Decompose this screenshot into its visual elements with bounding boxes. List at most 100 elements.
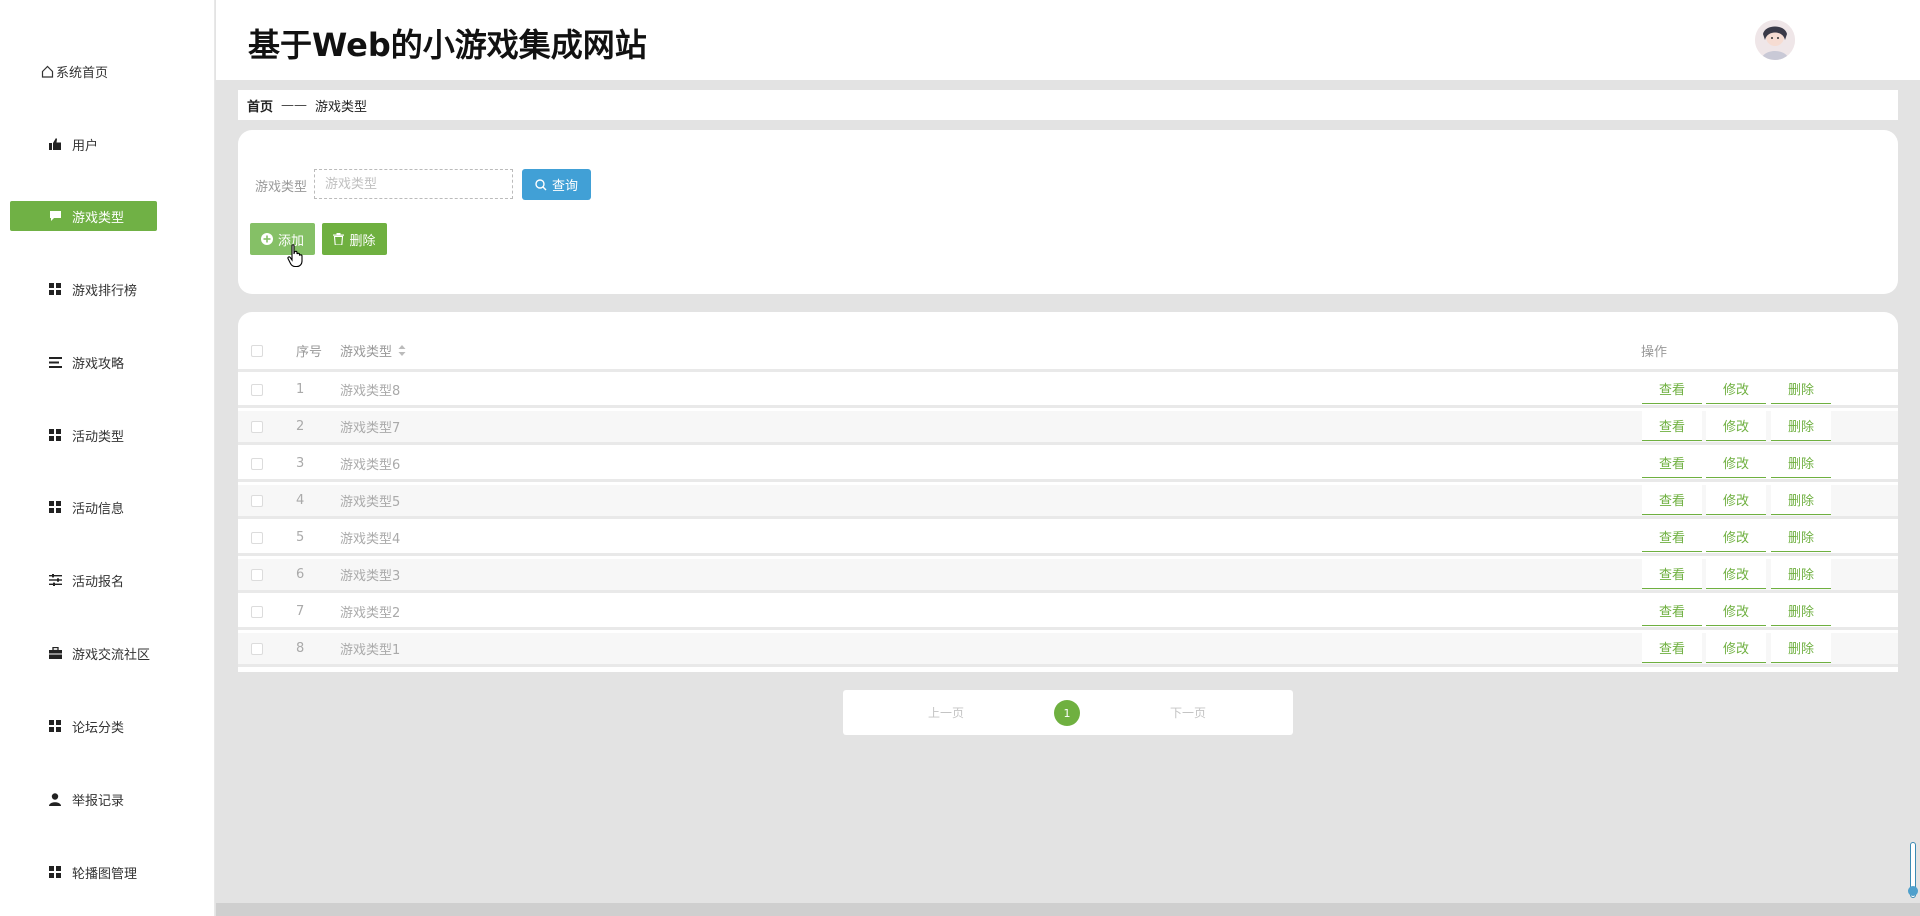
edit-button[interactable]: 修改 [1706,596,1766,626]
table-row: 7 游戏类型2 查看 修改 删除 [238,596,1898,630]
view-button[interactable]: 查看 [1642,448,1702,478]
table-row: 4 游戏类型5 查看 修改 删除 [238,485,1898,519]
data-table: 序号 游戏类型 操作 1 游戏类型8 查看 修改 删除 2 游戏类型7 查看 修… [238,312,1898,672]
row-name: 游戏类型7 [340,421,401,436]
row-delete-button[interactable]: 删除 [1771,411,1831,441]
sidebar: 系统首页 用户 游戏类型 游戏排行榜 游戏攻略 活动类型 活动信息 活动报名 游… [0,0,215,916]
view-button[interactable]: 查看 [1642,411,1702,441]
sidebar-item-carousel[interactable]: 轮播图管理 [10,857,157,887]
sidebar-item-activity-types[interactable]: 活动类型 [10,420,157,450]
table-row: 2 游戏类型7 查看 修改 删除 [238,411,1898,445]
row-index: 7 [296,604,305,619]
horizontal-scrollbar[interactable] [216,903,1920,916]
sidebar-item-label: 游戏交流社区 [72,647,151,663]
row-name: 游戏类型5 [340,495,401,510]
row-delete-button[interactable]: 删除 [1771,374,1831,404]
sidebar-item-label: 游戏攻略 [72,356,125,372]
hand-cursor-icon [287,244,305,268]
select-all-checkbox[interactable] [251,344,263,357]
delete-button-label: 删除 [349,233,376,249]
pagination: 上一页 1 下一页 [843,690,1293,735]
view-button[interactable]: 查看 [1642,633,1702,663]
prev-page-button[interactable]: 上一页 [928,704,964,721]
delete-button[interactable]: 删除 [322,223,387,255]
briefcase-icon [48,646,62,660]
row-checkbox[interactable] [251,494,263,507]
sidebar-item-game-ranking[interactable]: 游戏排行榜 [10,274,157,304]
breadcrumb-current: 游戏类型 [315,99,368,115]
row-checkbox[interactable] [251,420,263,433]
avatar[interactable] [1755,20,1795,60]
site-title: 基于Web的小游戏集成网站 [248,26,647,64]
row-delete-button[interactable]: 删除 [1771,485,1831,515]
sidebar-item-game-types[interactable]: 游戏类型 [10,201,157,231]
header-name[interactable]: 游戏类型 [340,341,406,360]
sidebar-item-activity-info[interactable]: 活动信息 [10,492,157,522]
edit-button[interactable]: 修改 [1706,633,1766,663]
row-name: 游戏类型2 [340,606,401,621]
sort-icon[interactable] [398,345,406,356]
row-delete-button[interactable]: 删除 [1771,522,1831,552]
search-input[interactable] [314,169,513,199]
next-page-button[interactable]: 下一页 [1170,704,1206,721]
row-checkbox[interactable] [251,642,263,655]
edit-button[interactable]: 修改 [1706,374,1766,404]
row-checkbox[interactable] [251,457,263,470]
table-row: 8 游戏类型1 查看 修改 删除 [238,633,1898,667]
chat-icon [48,209,62,223]
view-button[interactable]: 查看 [1642,485,1702,515]
sidebar-item-label: 系统首页 [56,65,109,81]
sidebar-item-home[interactable]: 系统首页 [10,56,157,86]
row-checkbox[interactable] [251,568,263,581]
grid-icon [48,719,62,733]
table-header: 序号 游戏类型 操作 [238,332,1898,372]
row-delete-button[interactable]: 删除 [1771,596,1831,626]
breadcrumb-home[interactable]: 首页 [247,96,273,115]
table-row: 3 游戏类型6 查看 修改 删除 [238,448,1898,482]
page-number-current[interactable]: 1 [1054,700,1080,726]
header-index: 序号 [296,345,323,360]
sidebar-item-reports[interactable]: 举报记录 [10,784,157,814]
sidebar-item-label: 活动报名 [72,574,125,590]
sidebar-item-label: 论坛分类 [72,720,125,736]
row-index: 2 [296,419,305,434]
row-delete-button[interactable]: 删除 [1771,633,1831,663]
sidebar-item-label: 游戏类型 [72,210,125,226]
sliders-icon [48,573,62,587]
view-button[interactable]: 查看 [1642,522,1702,552]
view-button[interactable]: 查看 [1642,374,1702,404]
row-index: 4 [296,493,305,508]
row-checkbox[interactable] [251,605,263,618]
user-icon [48,792,62,806]
row-delete-button[interactable]: 删除 [1771,448,1831,478]
add-button[interactable]: 添加 [250,223,315,255]
edit-button[interactable]: 修改 [1706,522,1766,552]
row-checkbox[interactable] [251,383,263,396]
grid-icon [48,500,62,514]
sidebar-item-community[interactable]: 游戏交流社区 [10,638,157,668]
row-delete-button[interactable]: 删除 [1771,559,1831,589]
sidebar-item-forum-categories[interactable]: 论坛分类 [10,711,157,741]
table-row: 1 游戏类型8 查看 修改 删除 [238,374,1898,408]
row-checkbox[interactable] [251,531,263,544]
scroll-handle-icon[interactable] [1908,886,1918,896]
row-name: 游戏类型3 [340,569,401,584]
row-name: 游戏类型1 [340,643,401,658]
row-index: 1 [296,382,305,397]
sidebar-item-label: 举报记录 [72,793,125,809]
edit-button[interactable]: 修改 [1706,411,1766,441]
sidebar-item-activity-signup[interactable]: 活动报名 [10,565,157,595]
query-button[interactable]: 查询 [522,169,591,200]
sidebar-item-label: 轮播图管理 [72,866,138,882]
breadcrumb-separator: —— [281,97,308,113]
sidebar-item-users[interactable]: 用户 [10,129,157,159]
grid-icon [48,282,62,296]
header: 基于Web的小游戏集成网站 [216,0,1920,80]
edit-button[interactable]: 修改 [1706,559,1766,589]
row-index: 6 [296,567,305,582]
view-button[interactable]: 查看 [1642,559,1702,589]
view-button[interactable]: 查看 [1642,596,1702,626]
edit-button[interactable]: 修改 [1706,448,1766,478]
sidebar-item-game-guides[interactable]: 游戏攻略 [10,347,157,377]
edit-button[interactable]: 修改 [1706,485,1766,515]
